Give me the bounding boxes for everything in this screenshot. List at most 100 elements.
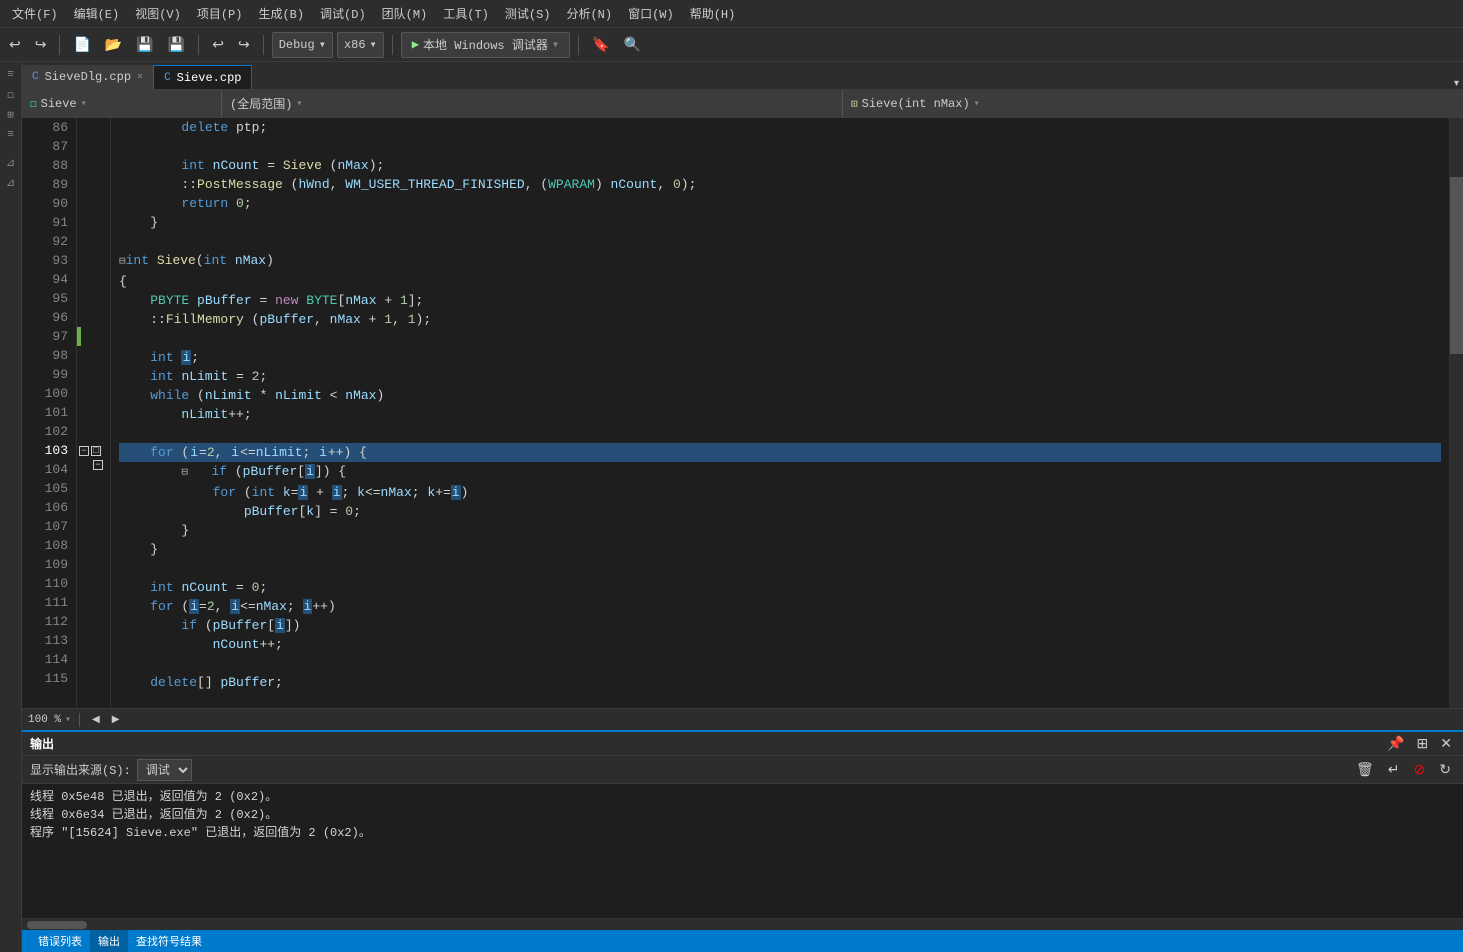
code-line-106: pBuffer[k] = 0; [119, 502, 1441, 521]
open-button[interactable]: 📂 [100, 33, 127, 56]
menu-view[interactable]: 视图(V) [127, 3, 189, 24]
ln-107: 107 [30, 517, 68, 536]
menu-debug[interactable]: 调试(D) [312, 3, 374, 24]
zoom-dropdown[interactable]: ▾ [65, 714, 71, 726]
ln-108: 108 [30, 536, 68, 555]
ln-93: 93 [30, 251, 68, 270]
func-icon: ⊡ [851, 97, 858, 111]
run-button[interactable]: ▶ 本地 Windows 调试器 ▾ [401, 32, 570, 58]
bottom-tab-find[interactable]: 查找符号结果 [128, 930, 210, 952]
output-clear-btn[interactable]: 🗑 [1352, 759, 1378, 780]
scope-select[interactable]: (全局范围) ▾ [222, 90, 843, 118]
editor-output-container: 86 87 88 89 90 91 92 93 94 95 96 97 98 9… [22, 118, 1463, 952]
code-content[interactable]: delete ptp; int nCount = Sieve (nMax); :… [111, 118, 1449, 708]
sidebar-icon-3[interactable]: ⊞ [2, 106, 20, 124]
function-select[interactable]: ⊡ Sieve(int nMax) ▾ [843, 90, 1463, 118]
ln-99: 99 [30, 365, 68, 384]
menu-test[interactable]: 测试(S) [497, 3, 559, 24]
bottom-tab-errors[interactable]: 错误列表 [30, 930, 90, 952]
tab-label-sieveDlg: SieveDlg.cpp [45, 70, 131, 84]
save-button[interactable]: 💾 [131, 33, 158, 56]
ln-114: 114 [30, 650, 68, 669]
menu-team[interactable]: 团队(M) [374, 3, 436, 24]
ln-106: 106 [30, 498, 68, 517]
menu-edit[interactable]: 编辑(E) [66, 3, 128, 24]
ln-109: 109 [30, 555, 68, 574]
bottom-tab-output-label: 输出 [98, 933, 120, 949]
ln-95: 95 [30, 289, 68, 308]
sidebar-icon-6[interactable]: ⊿ [2, 174, 20, 192]
output-line-3: 程序 "[15624] Sieve.exe" 已退出，返回值为 2 (0x2)。 [30, 824, 1455, 842]
sidebar-icon-2[interactable]: ◻ [2, 86, 20, 104]
bottom-tab-errors-label: 错误列表 [38, 933, 82, 949]
sidebar-icon-5[interactable]: ⊿ [2, 154, 20, 172]
zoom-bar: 100 % ▾ ◀ ▶ [22, 708, 1463, 730]
run-icon: ▶ [412, 37, 419, 52]
output-close-button[interactable]: ✕ [1437, 735, 1455, 752]
platform-dropdown[interactable]: x86 ▾ [337, 32, 384, 58]
source-select[interactable]: 调试 [137, 759, 192, 781]
sidebar-icon-4[interactable]: ≡ [2, 126, 20, 144]
tab-close-sieveDlg[interactable]: ✕ [137, 71, 143, 83]
code-line-112: if (pBuffer[i]) [119, 616, 1441, 635]
sep1 [59, 35, 60, 55]
run-label: 本地 Windows 调试器 [423, 36, 548, 53]
class-label: Sieve [41, 97, 77, 111]
undo-button[interactable]: ↩ [207, 33, 229, 56]
output-wrap-btn[interactable]: ↵ [1384, 759, 1404, 780]
find-button[interactable]: 🔍 [619, 33, 646, 56]
menu-help[interactable]: 帮助(H) [682, 3, 744, 24]
tab-scroll-right[interactable]: ▾ [1450, 78, 1463, 89]
editor-vscroll[interactable] [1449, 118, 1463, 708]
code-line-96: ::FillMemory (pBuffer, nMax + 1, 1); [119, 310, 1441, 329]
menu-build[interactable]: 生成(B) [250, 3, 312, 24]
class-select[interactable]: ◻ Sieve ▾ [22, 90, 222, 118]
ln-103: 103 [30, 441, 68, 460]
line-numbers: 86 87 88 89 90 91 92 93 94 95 96 97 98 9… [22, 118, 77, 708]
menu-file[interactable]: 文件(F) [4, 3, 66, 24]
ln-90: 90 [30, 194, 68, 213]
sep5 [578, 35, 579, 55]
menu-analyze[interactable]: 分析(N) [558, 3, 620, 24]
scroll-right-btn[interactable]: ▶ [108, 712, 124, 727]
forward-button[interactable]: ↪ [30, 33, 52, 56]
back-button[interactable]: ↩ [4, 33, 26, 56]
tab-sieveDlg[interactable]: C SieveDlg.cpp ✕ [22, 65, 154, 89]
tab-icon-sieveDlg: C [32, 71, 39, 83]
output-float-button[interactable]: ⊞ [1414, 735, 1432, 752]
ln-100: 100 [30, 384, 68, 403]
output-pin-button[interactable]: 📌 [1384, 735, 1407, 752]
zoom-value: 100 % [28, 714, 61, 726]
sep3 [263, 35, 264, 55]
fold-103b[interactable]: □ [91, 446, 101, 456]
fold-104[interactable]: − [93, 460, 103, 470]
code-editor: 86 87 88 89 90 91 92 93 94 95 96 97 98 9… [22, 118, 1463, 708]
config-dropdown[interactable]: Debug ▾ [272, 32, 333, 58]
new-file-button[interactable]: 📄 [68, 33, 95, 56]
scroll-left-btn[interactable]: ◀ [88, 712, 104, 727]
output-refresh-btn[interactable]: ↻ [1435, 759, 1455, 780]
code-line-113: nCount++; [119, 635, 1441, 654]
bookmark-button[interactable]: 🔖 [587, 33, 614, 56]
code-line-110: int nCount = 0; [119, 578, 1441, 597]
menu-project[interactable]: 项目(P) [189, 3, 251, 24]
show-source-label: 显示输出来源(S): [30, 761, 131, 778]
sep4 [392, 35, 393, 55]
fold-103[interactable]: − [79, 446, 89, 456]
run-arrow: ▾ [552, 37, 559, 52]
menu-window[interactable]: 窗口(W) [620, 3, 682, 24]
tab-sieve[interactable]: C Sieve.cpp [154, 65, 252, 89]
sidebar-icon-1[interactable]: ≡ [2, 66, 20, 84]
gutter: − □ − [77, 118, 111, 708]
bottom-tab-output[interactable]: 输出 [90, 930, 128, 952]
ln-94: 94 [30, 270, 68, 289]
output-hscroll[interactable] [22, 918, 1463, 930]
code-line-101: nLimit++; [119, 405, 1441, 424]
save-all-button[interactable]: 💾 [163, 33, 190, 56]
output-title: 输出 [30, 735, 54, 752]
output-pin-btn2[interactable]: ⊘ [1410, 759, 1430, 780]
ln-110: 110 [30, 574, 68, 593]
menu-tools[interactable]: 工具(T) [435, 3, 497, 24]
output-toolbar: 显示输出来源(S): 调试 🗑 ↵ ⊘ ↻ [22, 756, 1463, 784]
redo-button[interactable]: ↪ [233, 33, 255, 56]
